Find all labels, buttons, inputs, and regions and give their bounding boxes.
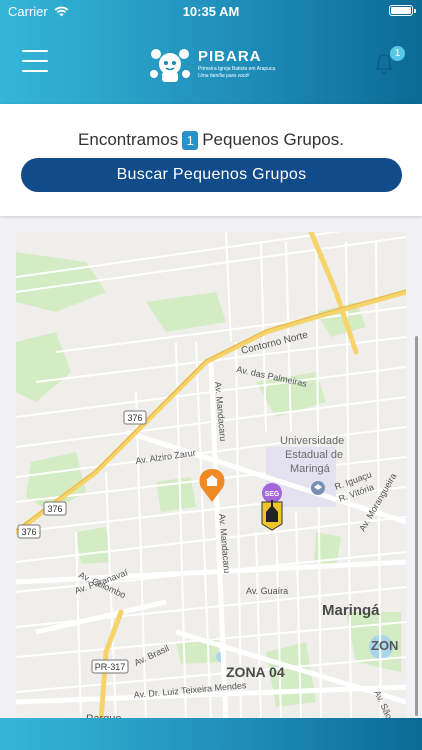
route-shield-376b: 376 [43, 501, 67, 516]
logo-title: PIBARA [198, 48, 262, 65]
battery-icon [389, 5, 416, 16]
scroll-indicator[interactable] [415, 336, 418, 716]
seg-marker-label: SEG [265, 491, 280, 498]
menu-line [22, 50, 48, 52]
pibara-logo-icon [150, 49, 190, 82]
status-time: 10:35 AM [182, 4, 240, 19]
svg-text:376: 376 [47, 504, 62, 514]
label-zona04: ZONA 04 [226, 664, 285, 680]
hamburger-menu-button[interactable] [22, 50, 48, 72]
label-maringa: Maringá [322, 602, 380, 619]
label-universidade-2: Estadual de [285, 449, 343, 461]
menu-line [22, 70, 48, 72]
svg-text:376: 376 [21, 527, 36, 537]
label-universidade-3: Maringá [290, 463, 331, 475]
svg-text:PR-317: PR-317 [95, 662, 126, 672]
label-universidade-1: Universidade [280, 435, 344, 447]
results-summary: Encontramos 1 Pequenos Grupos. [0, 130, 422, 150]
map-canvas: Contorno Norte Av. das Palmeiras Av. Man… [16, 232, 406, 722]
logo-subtitle: Primeira Igreja Batista em Arapuca [198, 66, 276, 72]
results-prefix: Encontramos [78, 130, 179, 149]
results-suffix: Pequenos Grupos. [202, 130, 344, 149]
menu-line [22, 60, 48, 62]
route-shield-376c: 376 [17, 524, 41, 539]
app-logo: PIBARA Primeira Igreja Batista em Arapuc… [148, 44, 275, 84]
app-footer-bar [0, 718, 422, 750]
status-bar: Carrier 10:35 AM [0, 0, 422, 22]
label-zona-right: ZON [371, 638, 398, 653]
results-count-badge: 1 [182, 130, 199, 150]
route-shield-pr317: PR-317 [91, 659, 129, 674]
label-av-guaira: Av. Guaíra [246, 586, 288, 596]
notification-badge: 1 [390, 46, 405, 61]
church-marker-icon[interactable]: SEG [261, 483, 283, 531]
university-poi-icon[interactable] [311, 481, 325, 495]
results-card: Encontramos 1 Pequenos Grupos. Buscar Pe… [0, 104, 422, 216]
route-shield-376a: 376 [123, 410, 147, 425]
map-view[interactable]: Contorno Norte Av. das Palmeiras Av. Man… [16, 232, 406, 722]
logo-tagline: Uma família para você! [198, 73, 250, 79]
search-groups-button[interactable]: Buscar Pequenos Grupos [21, 158, 402, 192]
svg-text:376: 376 [127, 413, 142, 423]
